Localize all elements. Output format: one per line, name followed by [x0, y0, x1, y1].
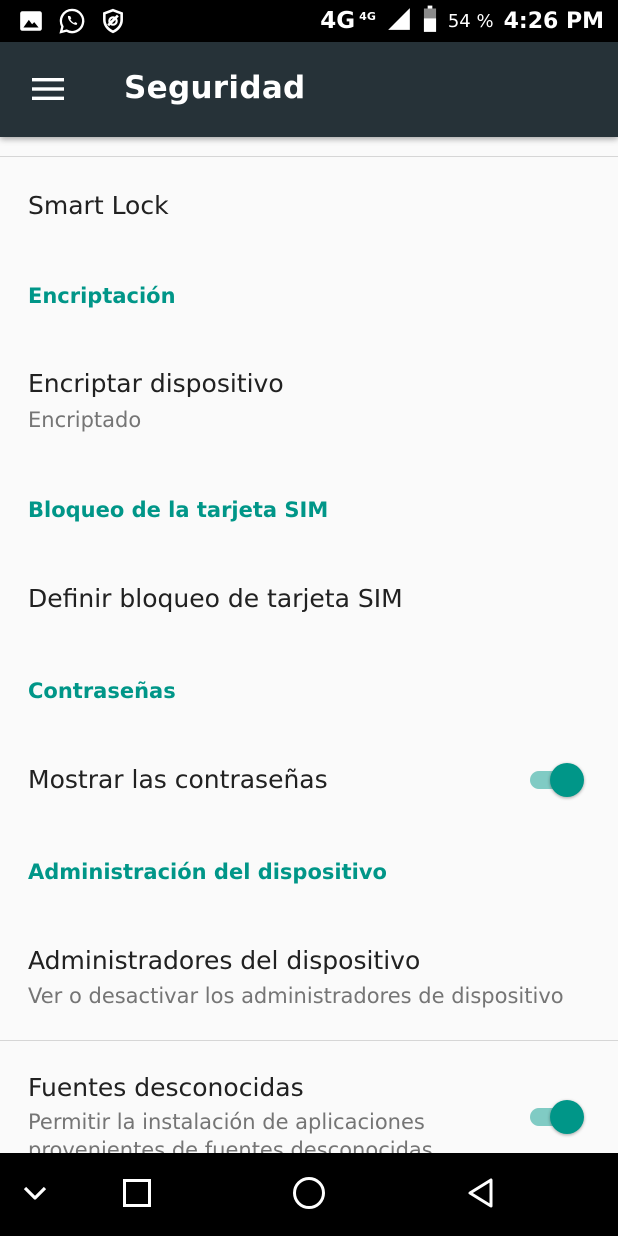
section-header-encryption: Encriptación: [28, 284, 176, 308]
device-admins-summary: Ver o desactivar los administradores de …: [28, 984, 564, 1008]
encrypt-device-title: Encriptar dispositivo: [28, 369, 284, 398]
back-triangle-icon: [464, 1176, 498, 1214]
chevron-down-icon: [20, 1178, 50, 1212]
list-item-sim-lock[interactable]: Definir bloqueo de tarjeta SIM: [0, 552, 618, 652]
status-bar: 4G 4G 54 % 4:26 PM: [0, 0, 618, 42]
list-item-device-admins[interactable]: Administradores del dispositivo Ver o de…: [0, 914, 618, 1039]
network-type-label: 4G: [320, 8, 356, 34]
list-item-unknown-sources[interactable]: Fuentes desconocidas Permitir la instala…: [0, 1041, 618, 1153]
network-type-small-label: 4G: [359, 10, 376, 23]
status-right-icons: 4G 4G 54 % 4:26 PM: [320, 5, 604, 37]
section-header-sim-lock: Bloqueo de la tarjeta SIM: [28, 498, 329, 522]
back-button[interactable]: [457, 1171, 505, 1219]
hamburger-menu-icon: [32, 77, 64, 105]
list-item-encrypt-device[interactable]: Encriptar dispositivo Encriptado: [0, 337, 618, 447]
image-icon: [18, 8, 44, 38]
page-title: Seguridad: [124, 70, 306, 106]
unknown-sources-toggle[interactable]: [528, 1097, 588, 1137]
shield-icon: [100, 8, 126, 38]
section-header-device-admin: Administración del dispositivo: [28, 860, 387, 884]
unknown-sources-summary: Permitir la instalación de aplicaciones …: [28, 1110, 433, 1153]
encrypt-device-summary: Encriptado: [28, 408, 142, 432]
status-left-icons: [18, 7, 126, 39]
show-passwords-toggle[interactable]: [528, 760, 588, 800]
menu-button[interactable]: [22, 67, 74, 115]
home-button[interactable]: [285, 1171, 333, 1219]
navigation-bar: [0, 1153, 618, 1236]
device-admins-title: Administradores del dispositivo: [28, 946, 421, 975]
list-item-smart-lock[interactable]: Smart Lock: [0, 157, 618, 257]
section-header-passwords: Contraseñas: [28, 679, 176, 703]
whatsapp-icon: [58, 7, 86, 39]
recents-square-icon: [121, 1177, 153, 1213]
battery-percent: 54 %: [447, 10, 494, 32]
toggle-thumb: [550, 763, 584, 797]
signal-icon: [386, 6, 412, 36]
sim-lock-title: Definir bloqueo de tarjeta SIM: [28, 584, 403, 613]
home-circle-icon: [291, 1175, 327, 1215]
settings-list: Smart Lock Encriptación Encriptar dispos…: [0, 137, 618, 1153]
smart-lock-title: Smart Lock: [28, 191, 169, 220]
hide-keyboard-button[interactable]: [11, 1171, 59, 1219]
toggle-thumb: [550, 1100, 584, 1134]
app-bar: Seguridad: [0, 42, 618, 137]
show-passwords-title: Mostrar las contraseñas: [28, 765, 328, 794]
list-item-show-passwords[interactable]: Mostrar las contraseñas: [0, 732, 618, 832]
battery-icon: [422, 5, 438, 37]
recents-button[interactable]: [113, 1171, 161, 1219]
unknown-sources-title: Fuentes desconocidas: [28, 1073, 304, 1102]
status-time: 4:26 PM: [503, 8, 604, 34]
